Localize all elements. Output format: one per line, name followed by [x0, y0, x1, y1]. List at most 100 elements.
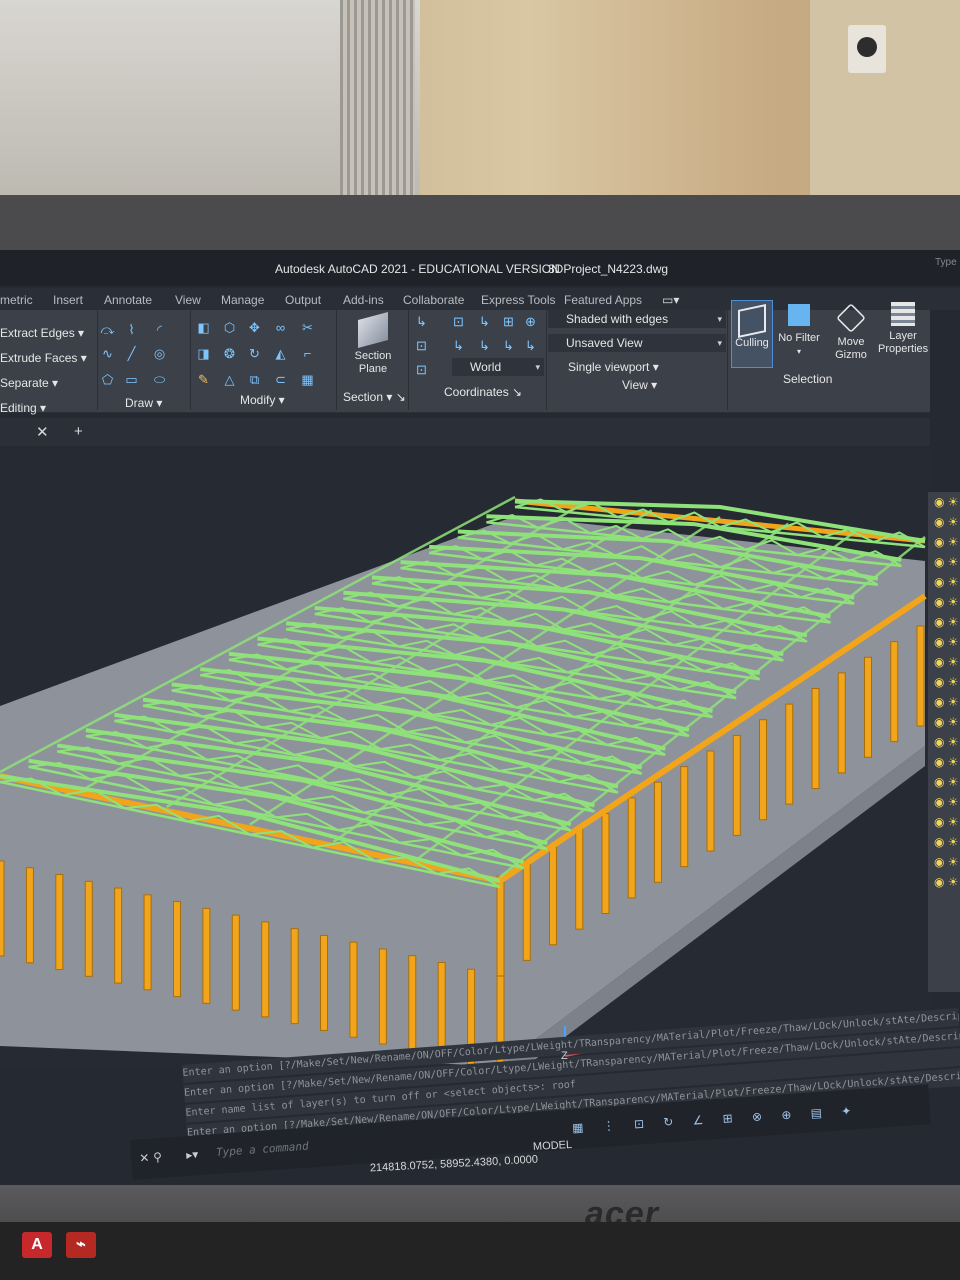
- ribbon-toggle-icon[interactable]: ▭▾: [662, 293, 679, 307]
- layer-on-off-bulb-icon[interactable]: ◉ ☀: [928, 852, 960, 872]
- ucs-world-icon[interactable]: ⊡: [414, 338, 429, 353]
- move-gizmo-button[interactable]: Move Gizmo: [832, 303, 870, 362]
- tab-add-ins[interactable]: Add-ins: [343, 293, 384, 307]
- tab-annotate[interactable]: Annotate: [104, 293, 152, 307]
- column: [231, 914, 240, 1011]
- move-icon[interactable]: ✥: [247, 320, 262, 335]
- layer-on-off-bulb-icon[interactable]: ◉ ☀: [928, 612, 960, 632]
- tab-3d-modeling[interactable]: metric: [0, 293, 33, 307]
- polygon-icon[interactable]: ⬠: [100, 372, 115, 387]
- autocad-app-icon[interactable]: A: [22, 1232, 52, 1258]
- extrude-faces-button[interactable]: Extrude Faces ▾: [0, 348, 95, 373]
- customize-icon[interactable]: ⚲: [153, 1150, 163, 1165]
- layer-on-off-bulb-icon[interactable]: ◉ ☀: [928, 772, 960, 792]
- extract-edges-button[interactable]: Extract Edges ▾: [0, 323, 95, 348]
- rectangle-icon[interactable]: ▭: [124, 372, 139, 387]
- command-input[interactable]: Type a command: [216, 1140, 309, 1159]
- polyline-icon[interactable]: ⤼: [100, 322, 115, 337]
- named-view-dropdown[interactable]: Unsaved View ▾: [548, 334, 726, 352]
- ucs-face-icon[interactable]: ⊞: [501, 314, 516, 329]
- selection-panel-label[interactable]: Selection: [783, 372, 832, 386]
- layer-palette-strip[interactable]: ◉ ☀ ◉ ☀ ◉ ☀ ◉ ☀ ◉ ☀ ◉ ☀ ◉ ☀ ◉ ☀ ◉ ☀ ◉ ☀ ◉ ☀ ◉ ☀ ◉ ☀ ◉…: [928, 492, 960, 992]
- layer-on-off-bulb-icon[interactable]: ◉ ☀: [928, 792, 960, 812]
- ucs-z-icon[interactable]: ↳: [501, 338, 516, 353]
- close-tab-icon[interactable]: ✕: [36, 423, 49, 441]
- culling-button[interactable]: Culling: [731, 300, 773, 368]
- modify-panel-label[interactable]: Modify ▾: [240, 393, 285, 407]
- subtract-icon[interactable]: ◨: [196, 346, 211, 361]
- tab-insert[interactable]: Insert: [53, 293, 83, 307]
- ucs-3point-icon[interactable]: ↳: [523, 338, 538, 353]
- separate-button[interactable]: Separate ▾: [0, 373, 95, 398]
- app-title: Autodesk AutoCAD 2021 - EDUCATIONAL VERS…: [275, 262, 560, 276]
- union-icon[interactable]: ◧: [196, 320, 211, 335]
- ucs-view-icon[interactable]: ⊡: [451, 314, 466, 329]
- viewport-config-dropdown[interactable]: Single viewport ▾: [550, 358, 660, 376]
- fillet-icon[interactable]: ⌐: [300, 346, 315, 361]
- layer-on-off-bulb-icon[interactable]: ◉ ☀: [928, 512, 960, 532]
- close-command-icon[interactable]: ✕: [139, 1151, 150, 1166]
- column: [143, 894, 152, 991]
- ucs-y-icon[interactable]: ↳: [477, 338, 492, 353]
- layer-on-off-bulb-icon[interactable]: ◉ ☀: [928, 712, 960, 732]
- new-tab-icon[interactable]: +: [74, 423, 83, 440]
- layer-on-off-bulb-icon[interactable]: ◉ ☀: [928, 652, 960, 672]
- no-filter-button[interactable]: No Filter ▾: [778, 304, 820, 358]
- recent-commands-icon[interactable]: ▸▾: [186, 1147, 199, 1162]
- search-box-hint[interactable]: Type: [935, 257, 957, 268]
- draw-panel-label[interactable]: Draw ▾: [125, 396, 162, 410]
- tab-featured-apps[interactable]: Featured Apps: [564, 293, 642, 307]
- spline-icon[interactable]: ∿: [100, 346, 115, 361]
- 3d-rotate-icon[interactable]: ❂: [222, 346, 237, 361]
- drawing-viewport[interactable]: ◉ ☀ ◉ ☀ ◉ ☀ ◉ ☀ ◉ ☀ ◉ ☀ ◉ ☀ ◉ ☀ ◉ ☀ ◉ ☀ ◉ ☀ ◉ ☀ ◉ ☀ ◉…: [0, 446, 960, 1086]
- layer-on-off-bulb-icon[interactable]: ◉ ☀: [928, 672, 960, 692]
- rotate-icon[interactable]: ↻: [247, 346, 262, 361]
- layer-on-off-bulb-icon[interactable]: ◉ ☀: [928, 632, 960, 652]
- arc-icon[interactable]: ◜: [152, 322, 167, 337]
- layer-on-off-bulb-icon[interactable]: ◉ ☀: [928, 812, 960, 832]
- ucs-icon[interactable]: ↳: [414, 314, 429, 329]
- circle-icon[interactable]: ◎: [152, 346, 167, 361]
- layer-on-off-bulb-icon[interactable]: ◉ ☀: [928, 872, 960, 892]
- ucs-object-icon[interactable]: ⊕: [523, 314, 538, 329]
- ucs-named-icon[interactable]: ⊡: [414, 362, 429, 377]
- layer-on-off-bulb-icon[interactable]: ◉ ☀: [928, 592, 960, 612]
- ucs-origin-icon[interactable]: ↳: [477, 314, 492, 329]
- 3d-move-icon[interactable]: ⬡: [222, 320, 237, 335]
- tab-manage[interactable]: Manage: [221, 293, 264, 307]
- tab-collaborate[interactable]: Collaborate: [403, 293, 464, 307]
- visual-style-dropdown[interactable]: Shaded with edges ▾: [548, 310, 726, 328]
- layer-on-off-bulb-icon[interactable]: ◉ ☀: [928, 552, 960, 572]
- view-panel-label[interactable]: View ▾: [622, 378, 657, 392]
- scale-icon[interactable]: ⧉: [247, 372, 262, 387]
- trim-icon[interactable]: ✂: [300, 320, 315, 335]
- layer-on-off-bulb-icon[interactable]: ◉ ☀: [928, 832, 960, 852]
- line-icon[interactable]: ╱: [124, 346, 139, 361]
- mirror-icon[interactable]: ◭: [273, 346, 288, 361]
- offset-icon[interactable]: ⊂: [273, 372, 288, 387]
- ucs-dropdown[interactable]: World ▾: [452, 358, 544, 376]
- tab-express-tools[interactable]: Express Tools: [481, 293, 555, 307]
- pdf-app-icon[interactable]: ⌁: [66, 1232, 96, 1258]
- helix-icon[interactable]: ⌇: [124, 322, 139, 337]
- coordinates-panel-label[interactable]: Coordinates ↘: [444, 385, 522, 399]
- model-space-button[interactable]: MODEL: [533, 1139, 573, 1153]
- layer-on-off-bulb-icon[interactable]: ◉ ☀: [928, 692, 960, 712]
- array-icon[interactable]: ▦: [300, 372, 315, 387]
- layer-on-off-bulb-icon[interactable]: ◉ ☀: [928, 732, 960, 752]
- column: [437, 961, 446, 1058]
- ellipse-icon[interactable]: ⬭: [152, 372, 167, 387]
- layer-on-off-bulb-icon[interactable]: ◉ ☀: [928, 532, 960, 552]
- layer-on-off-bulb-icon[interactable]: ◉ ☀: [928, 492, 960, 512]
- layer-properties-button[interactable]: Layer Properties: [878, 302, 928, 356]
- tab-output[interactable]: Output: [285, 293, 321, 307]
- section-panel-label[interactable]: Section ▾ ↘: [343, 390, 406, 404]
- layer-on-off-bulb-icon[interactable]: ◉ ☀: [928, 752, 960, 772]
- copy-icon[interactable]: ∞: [273, 320, 288, 335]
- layer-on-off-bulb-icon[interactable]: ◉ ☀: [928, 572, 960, 592]
- erase-icon[interactable]: ✎: [196, 372, 211, 387]
- 3d-align-icon[interactable]: △: [222, 372, 237, 387]
- ucs-x-icon[interactable]: ↳: [451, 338, 466, 353]
- tab-view[interactable]: View: [175, 293, 201, 307]
- section-plane-button[interactable]: Section Plane: [345, 311, 401, 376]
